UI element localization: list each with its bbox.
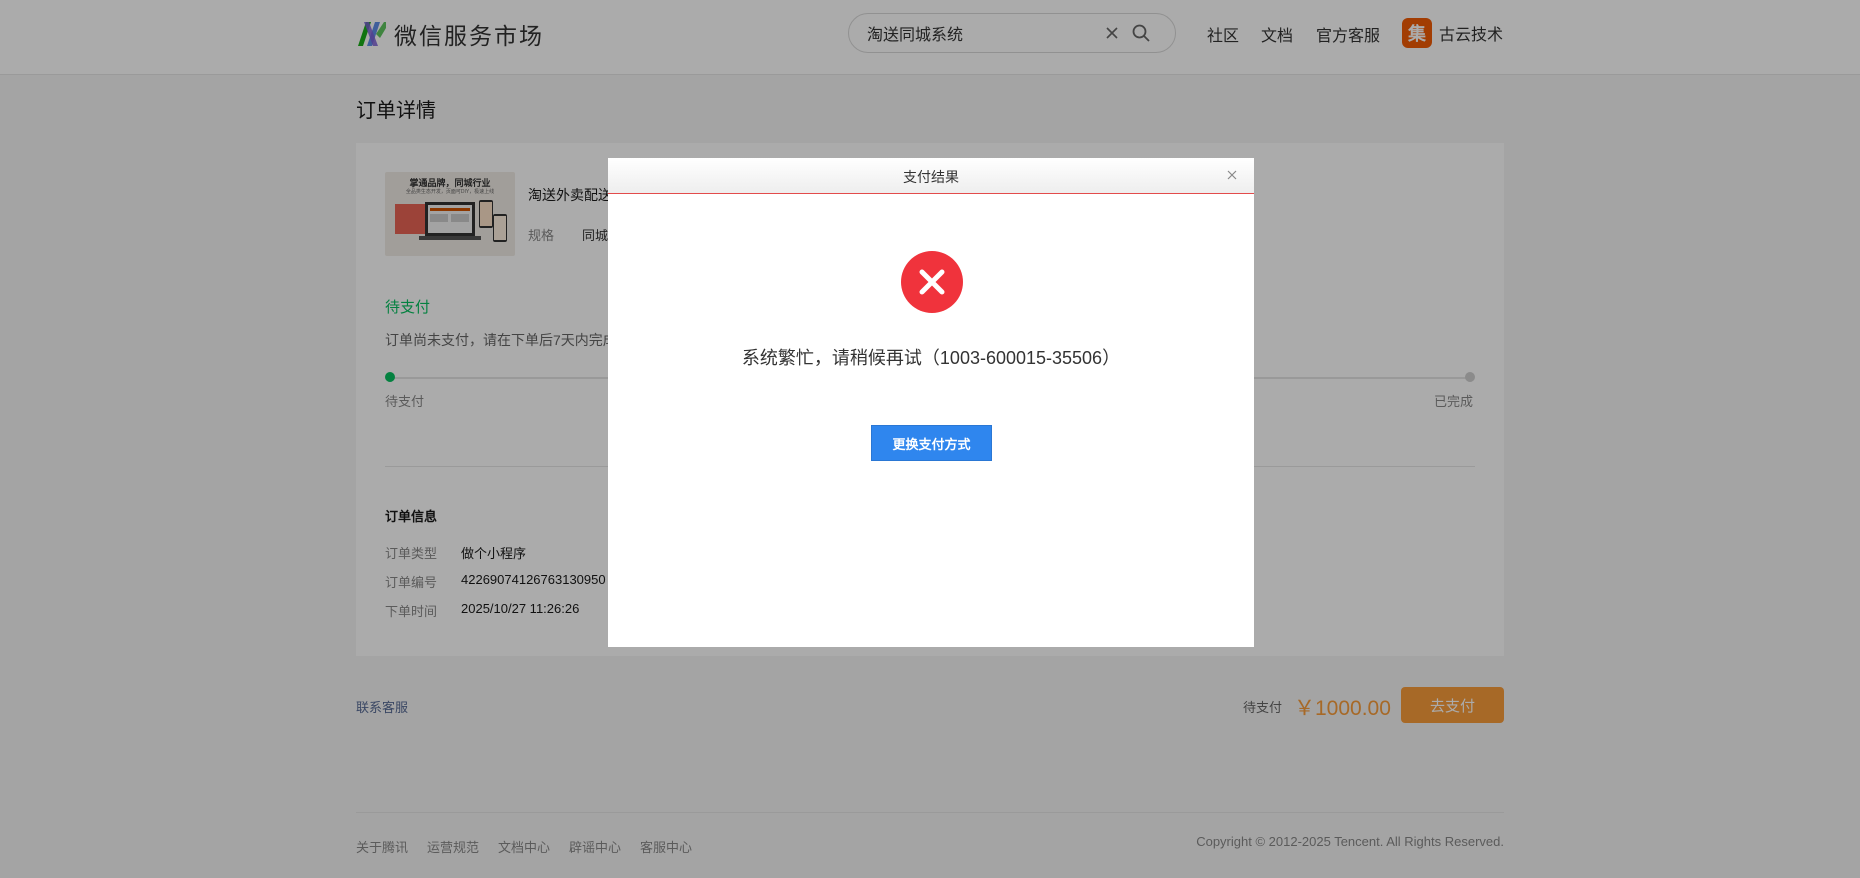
error-icon <box>901 251 963 313</box>
change-payment-method-button[interactable]: 更换支付方式 <box>871 425 992 461</box>
close-icon[interactable] <box>1226 169 1238 181</box>
error-message: 系统繁忙，请稍候再试（1003-600015-35506） <box>741 348 1121 368</box>
dialog-header: 支付结果 <box>608 158 1254 194</box>
payment-result-dialog: 支付结果 系统繁忙，请稍候再试（1003-600015-35506） 更换支付方… <box>608 158 1254 647</box>
dialog-title: 支付结果 <box>903 169 959 185</box>
